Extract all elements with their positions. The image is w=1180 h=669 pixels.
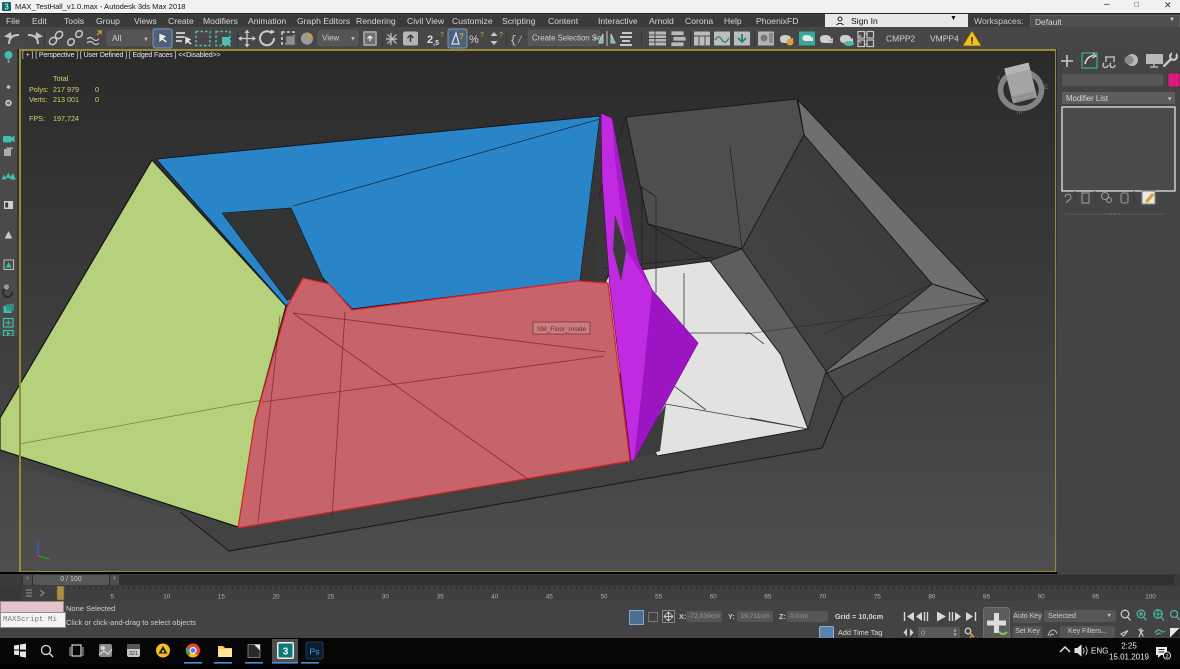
- svg-text:{⁄: {⁄: [510, 35, 523, 47]
- svg-text:View: View: [322, 34, 339, 43]
- svg-text:10: 10: [163, 594, 171, 601]
- svg-text:Ps: Ps: [310, 647, 320, 657]
- svg-text:15.01.2019: 15.01.2019: [1109, 653, 1150, 662]
- svg-text:?: ?: [459, 32, 464, 41]
- svg-text:?: ?: [440, 32, 444, 39]
- svg-text:60: 60: [710, 594, 718, 601]
- svg-text:0: 0: [921, 629, 925, 638]
- svg-text:?: ?: [480, 32, 484, 39]
- svg-text:3: 3: [4, 3, 9, 12]
- svg-text:321: 321: [129, 651, 138, 657]
- svg-text:85: 85: [983, 594, 991, 601]
- svg-text:3: 3: [283, 647, 289, 658]
- svg-text:95: 95: [1092, 594, 1100, 601]
- svg-text:65: 65: [764, 594, 772, 601]
- svg-text:2: 2: [1165, 654, 1168, 660]
- svg-text:ENG: ENG: [1091, 647, 1108, 656]
- svg-text:80: 80: [928, 594, 936, 601]
- svg-text:SM_Floor_Inside: SM_Floor_Inside: [537, 326, 587, 333]
- svg-text:15: 15: [218, 594, 226, 601]
- svg-text:70: 70: [819, 594, 827, 601]
- svg-text:Create Selection Se: Create Selection Se: [532, 34, 601, 43]
- svg-text:▼: ▼: [592, 36, 598, 42]
- svg-text:Modifier List: Modifier List: [1066, 94, 1109, 103]
- svg-text:100: 100: [1145, 594, 1156, 601]
- svg-text:45: 45: [546, 594, 554, 601]
- svg-text:90: 90: [1038, 594, 1046, 601]
- svg-text:s: s: [997, 74, 1001, 81]
- svg-text:20: 20: [273, 594, 281, 601]
- svg-text:VMPP4: VMPP4: [930, 34, 959, 44]
- svg-text:25: 25: [327, 594, 335, 601]
- svg-text:75: 75: [874, 594, 882, 601]
- svg-text:?: ?: [499, 32, 503, 39]
- svg-text:2:25: 2:25: [1121, 642, 1137, 651]
- svg-text:35: 35: [437, 594, 445, 601]
- svg-text:2,5: 2,5: [427, 34, 439, 47]
- svg-text:5: 5: [110, 594, 114, 601]
- svg-text:m: m: [1017, 109, 1022, 116]
- svg-text:55: 55: [655, 594, 663, 601]
- svg-text:40: 40: [491, 594, 499, 601]
- svg-text:E: E: [1044, 84, 1049, 91]
- svg-text:All: All: [112, 33, 122, 43]
- svg-text:!: !: [970, 36, 973, 47]
- svg-text:?: ?: [829, 40, 833, 47]
- svg-text:▼: ▼: [143, 37, 149, 43]
- svg-text:CMPP2: CMPP2: [886, 34, 916, 44]
- svg-text:50: 50: [600, 594, 608, 601]
- svg-text:%: %: [469, 34, 479, 46]
- svg-text:30: 30: [382, 594, 390, 601]
- svg-text:▼: ▼: [1167, 97, 1172, 103]
- svg-text:▼: ▼: [350, 37, 356, 43]
